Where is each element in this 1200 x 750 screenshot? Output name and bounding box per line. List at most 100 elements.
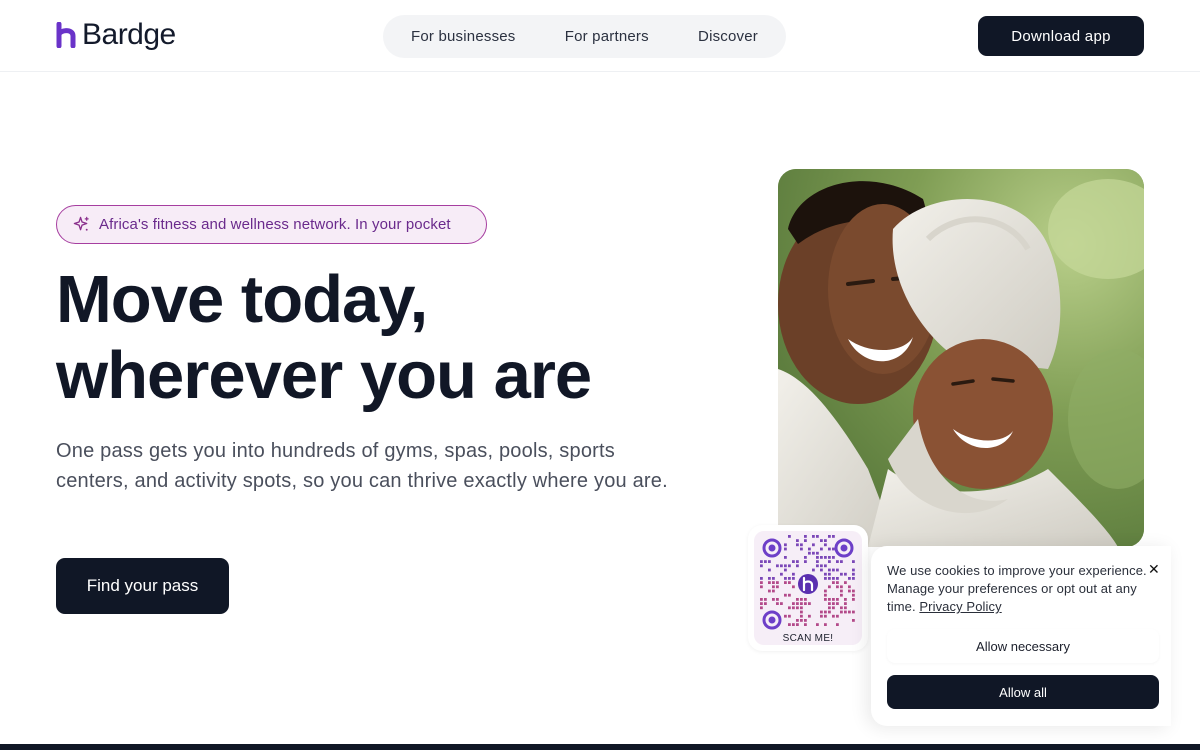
qr-module <box>824 543 827 547</box>
couple-photo-illustration <box>778 169 1144 547</box>
qr-module <box>828 602 831 605</box>
allow-necessary-button[interactable]: Allow necessary <box>887 629 1159 663</box>
qr-module <box>760 577 763 580</box>
qr-module <box>820 614 823 618</box>
qr-module <box>828 606 831 610</box>
qr-code-card[interactable]: SCAN ME! <box>748 525 868 651</box>
qr-module <box>800 547 803 551</box>
qr-module <box>816 551 819 555</box>
qr-module <box>808 551 811 555</box>
qr-module <box>832 556 835 559</box>
qr-module <box>828 610 831 614</box>
qr-module <box>788 593 791 597</box>
qr-module <box>832 598 835 601</box>
hero-subtext: One pass gets you into hundreds of gyms,… <box>56 440 668 492</box>
qr-module <box>820 564 823 568</box>
qr-module <box>772 589 775 593</box>
qr-module <box>760 606 763 610</box>
qr-module <box>804 556 807 559</box>
qr-module <box>844 606 847 610</box>
qr-module <box>788 606 791 610</box>
qr-module <box>796 598 799 601</box>
qr-module <box>824 623 827 626</box>
qr-module <box>816 560 819 563</box>
qr-module <box>776 581 779 584</box>
qr-module <box>792 585 795 589</box>
nav-link-partners[interactable]: For partners <box>565 28 649 45</box>
headline-line-1: Move today, <box>56 262 428 337</box>
qr-module <box>840 610 843 614</box>
qr-module <box>824 556 827 559</box>
qr-module <box>832 568 835 572</box>
qr-module <box>848 577 851 580</box>
qr-module <box>780 572 783 576</box>
qr-module <box>832 606 835 610</box>
qr-module <box>824 539 827 542</box>
qr-module <box>824 564 827 568</box>
qr-module <box>828 556 831 559</box>
brand-logo[interactable]: Bardge <box>56 18 176 52</box>
qr-module <box>824 593 827 597</box>
qr-module <box>784 568 787 572</box>
find-your-pass-button[interactable]: Find your pass <box>56 558 229 614</box>
qr-module <box>824 589 827 593</box>
qr-module <box>792 560 795 563</box>
allow-all-button[interactable]: Allow all <box>887 675 1159 709</box>
qr-module <box>800 602 803 605</box>
qr-module <box>772 581 775 584</box>
qr-module <box>784 547 787 551</box>
qr-module <box>792 572 795 576</box>
qr-module <box>764 602 767 605</box>
qr-module <box>760 602 763 605</box>
qr-module <box>780 564 783 568</box>
qr-module <box>852 598 855 601</box>
qr-module <box>828 598 831 601</box>
qr-module <box>768 589 771 593</box>
qr-module <box>800 543 803 547</box>
qr-module <box>780 602 783 605</box>
qr-module <box>768 560 771 563</box>
qr-module <box>784 614 787 618</box>
qr-module <box>824 610 827 614</box>
download-app-button[interactable]: Download app <box>978 16 1144 56</box>
qr-module <box>828 560 831 563</box>
qr-module <box>832 602 835 605</box>
qr-module <box>812 543 815 547</box>
qr-module <box>796 564 799 568</box>
bardge-logo-icon <box>56 22 76 48</box>
tagline-badge: Africa's fitness and wellness network. I… <box>56 205 487 244</box>
qr-module <box>836 577 839 580</box>
cookie-banner: We use cookies to improve your experienc… <box>871 546 1171 726</box>
qr-module <box>820 568 823 572</box>
qr-module <box>768 577 771 580</box>
qr-module <box>824 614 827 618</box>
nav-link-discover[interactable]: Discover <box>698 28 758 45</box>
qr-module <box>804 598 807 601</box>
qr-module <box>804 560 807 563</box>
qr-module <box>828 572 831 576</box>
qr-module <box>836 623 839 626</box>
qr-module <box>812 535 815 538</box>
qr-module <box>840 606 843 610</box>
qr-module <box>836 598 839 601</box>
qr-module <box>852 572 855 576</box>
qr-module <box>820 539 823 542</box>
qr-module <box>792 602 795 605</box>
qr-module <box>796 606 799 610</box>
qr-module <box>772 598 775 601</box>
qr-module <box>784 577 787 580</box>
privacy-policy-link[interactable]: Privacy Policy <box>919 599 1001 614</box>
qr-module <box>852 560 855 563</box>
qr-module <box>788 577 791 580</box>
qr-module <box>840 560 843 563</box>
qr-module <box>852 619 855 622</box>
qr-module <box>776 598 779 601</box>
qr-module <box>772 577 775 580</box>
qr-module <box>800 610 803 614</box>
close-icon[interactable]: ✕ <box>1148 561 1160 577</box>
qr-module <box>836 568 839 572</box>
qr-module <box>800 614 803 618</box>
qr-module <box>764 560 767 563</box>
qr-module <box>760 598 763 601</box>
nav-link-businesses[interactable]: For businesses <box>411 28 516 45</box>
